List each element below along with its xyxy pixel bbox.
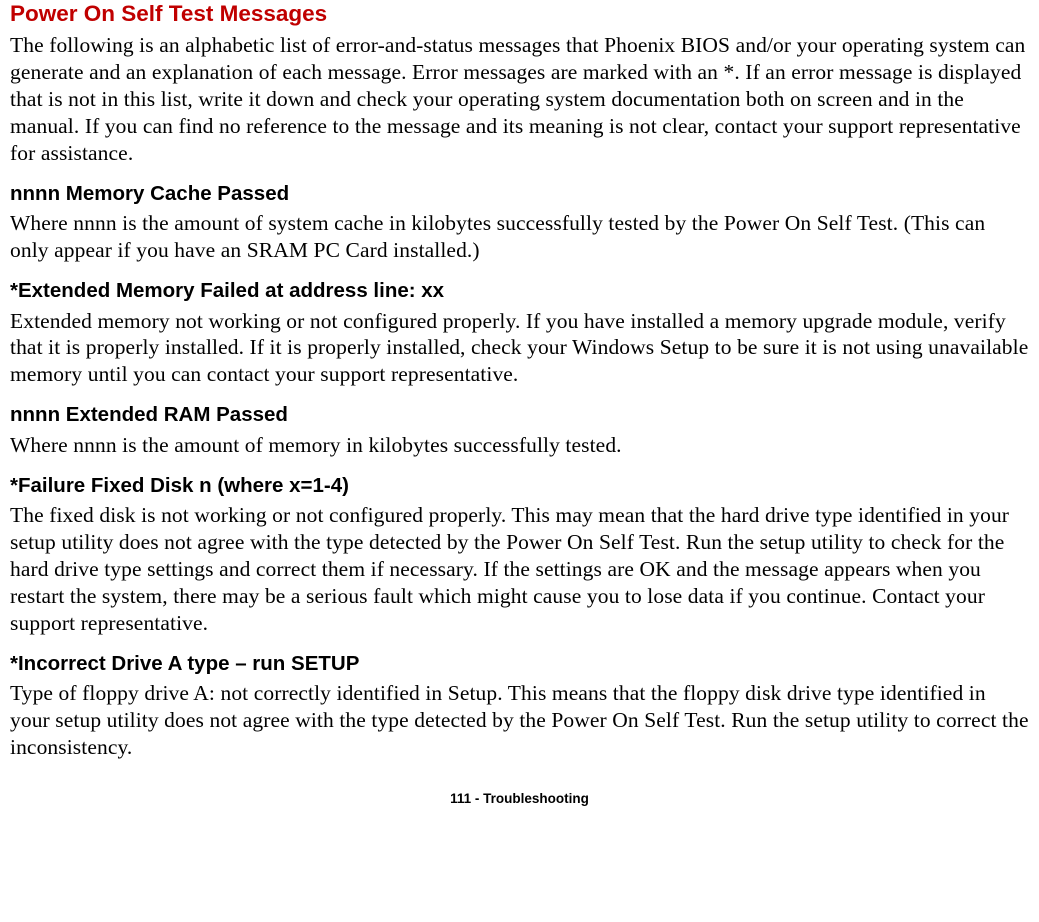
- page-footer: 111 - Troubleshooting: [10, 791, 1029, 808]
- section-body: Type of floppy drive A: not correctly id…: [10, 680, 1029, 761]
- section-title: nnnn Memory Cache Passed: [10, 181, 1029, 207]
- section-title: *Failure Fixed Disk n (where x=1-4): [10, 473, 1029, 499]
- section-title: *Incorrect Drive A type – run SETUP: [10, 651, 1029, 677]
- section-title: *Extended Memory Failed at address line:…: [10, 278, 1029, 304]
- section-body: The fixed disk is not working or not con…: [10, 502, 1029, 636]
- intro-paragraph: The following is an alphabetic list of e…: [10, 32, 1029, 166]
- section-body: Extended memory not working or not confi…: [10, 308, 1029, 389]
- page-heading: Power On Self Test Messages: [10, 0, 1029, 28]
- section-title: nnnn Extended RAM Passed: [10, 402, 1029, 428]
- section-body: Where nnnn is the amount of memory in ki…: [10, 432, 1029, 459]
- section-body: Where nnnn is the amount of system cache…: [10, 210, 1029, 264]
